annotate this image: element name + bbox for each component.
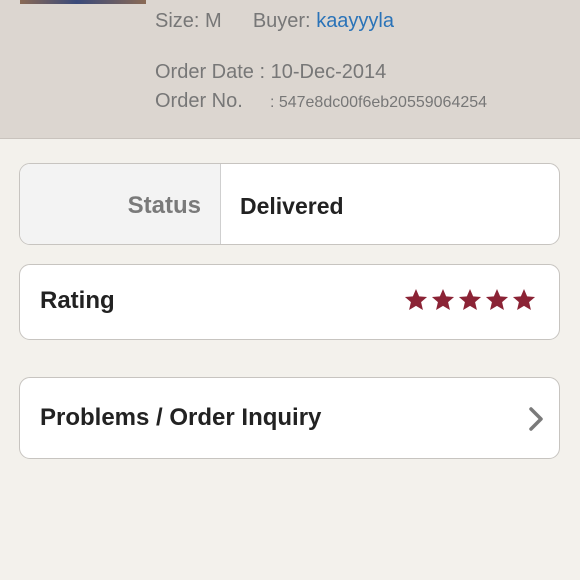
order-number-label: Order No. — [155, 90, 243, 112]
order-number-line: Order No. : 547e8dc00f6eb20559064254 — [155, 90, 487, 113]
status-label: Status — [127, 192, 201, 219]
buyer-label: Buyer: — [252, 10, 311, 32]
status-row: Status Delivered — [19, 163, 560, 245]
star-icon — [431, 288, 455, 310]
order-number-value: : 547e8dc00f6eb20559064254 — [269, 94, 488, 111]
order-date-label: Order Date — [155, 61, 254, 83]
problems-order-inquiry-row[interactable]: Problems / Order Inquiry — [19, 377, 560, 459]
star-icon — [458, 288, 482, 310]
status-label-cell: Status — [20, 164, 221, 244]
star-icon — [404, 288, 428, 310]
order-date-line: Order Date : 10-Dec-2014 — [155, 61, 386, 84]
rating-label: Rating — [40, 287, 115, 314]
size-text: Size: M — [155, 10, 222, 32]
order-date-value: : 10-Dec-2014 — [259, 61, 387, 83]
problems-label: Problems / Order Inquiry — [40, 404, 322, 431]
rating-row[interactable]: Rating — [19, 264, 560, 340]
item-thumbnail[interactable] — [20, 0, 146, 4]
chevron-right-icon — [529, 407, 543, 431]
star-icon — [485, 288, 509, 310]
order-header: Size: M Buyer: kaayyyla Order Date : 10-… — [0, 0, 580, 139]
rating-stars — [402, 287, 537, 313]
size-buyer-line: Size: M Buyer: kaayyyla — [155, 10, 394, 33]
buyer-link[interactable]: kaayyyla — [316, 10, 394, 32]
status-value: Delivered — [240, 193, 344, 219]
star-icon — [512, 288, 536, 310]
